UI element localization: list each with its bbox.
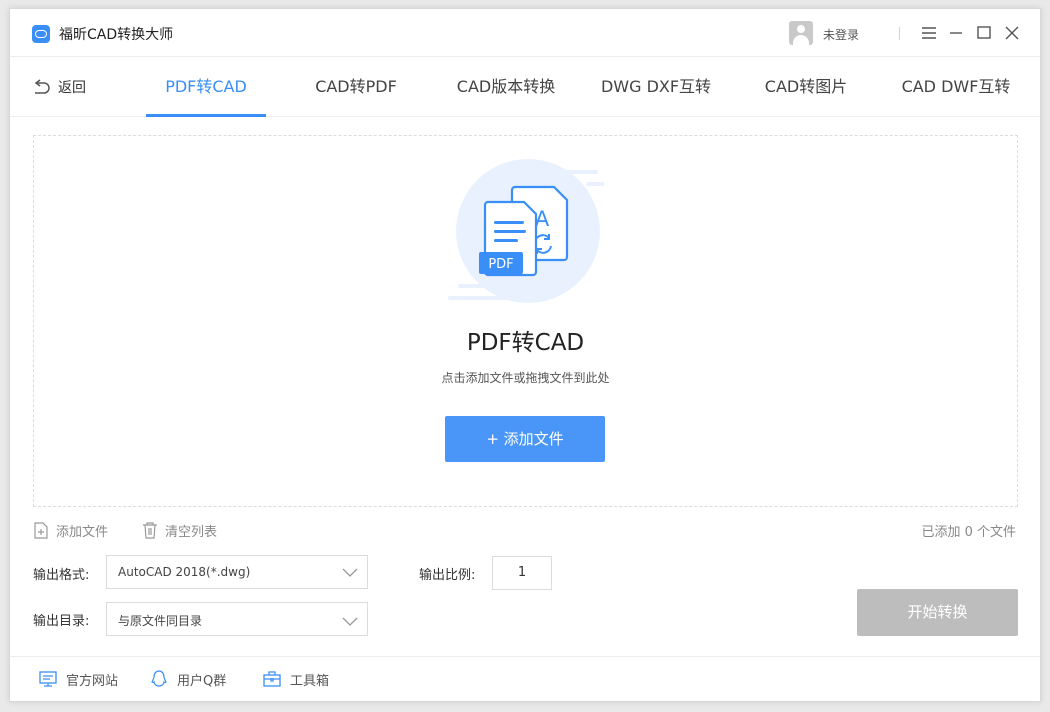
toolbox-icon xyxy=(263,671,281,687)
output-format-label: 输出格式: xyxy=(33,568,90,583)
file-drop-zone[interactable]: A PDF PDF转CAD 点击添加文件或拖拽文件到此处 + 添加文件 xyxy=(33,135,1018,507)
tab-cad-dwf[interactable]: CAD DWF互转 xyxy=(886,57,1026,117)
output-dir-value: 与原文件同目录 xyxy=(118,614,203,628)
maximize-icon[interactable] xyxy=(974,23,994,43)
title-bar: 福昕CAD转换大师 未登录 xyxy=(10,9,1040,57)
official-website-link[interactable]: 官方网站 xyxy=(39,669,118,689)
login-status[interactable]: 未登录 xyxy=(823,26,859,43)
minimize-icon[interactable] xyxy=(946,23,966,43)
menu-icon[interactable] xyxy=(919,23,939,43)
tab-cad-to-image[interactable]: CAD转图片 xyxy=(746,57,866,117)
qq-group-link[interactable]: 用户Q群 xyxy=(150,669,226,689)
website-label: 官方网站 xyxy=(66,673,119,689)
back-arrow-icon xyxy=(34,79,50,94)
trash-icon xyxy=(143,521,157,539)
divider xyxy=(899,27,900,40)
add-file-tool[interactable]: 添加文件 xyxy=(33,520,108,540)
add-file-button[interactable]: + 添加文件 xyxy=(445,416,605,462)
app-window: 福昕CAD转换大师 未登录 返回 PDF转CAD CAD转PDF CAD版本转换… xyxy=(9,8,1041,702)
app-logo-icon xyxy=(32,25,50,43)
add-file-tool-label: 添加文件 xyxy=(56,524,109,540)
chevron-down-icon xyxy=(342,568,358,577)
file-count: 已添加 0 个文件 xyxy=(921,525,1016,540)
tab-pdf-to-cad[interactable]: PDF转CAD xyxy=(146,57,266,117)
main-nav: 返回 PDF转CAD CAD转PDF CAD版本转换 DWG DXF互转 CAD… xyxy=(10,57,1040,117)
toolbox-label: 工具箱 xyxy=(290,673,330,689)
back-label: 返回 xyxy=(58,80,86,96)
output-dir-label: 输出目录: xyxy=(33,614,90,629)
monitor-icon xyxy=(39,671,57,687)
start-convert-button[interactable]: 开始转换 xyxy=(857,589,1018,636)
toolbox-link[interactable]: 工具箱 xyxy=(263,669,329,689)
avatar[interactable] xyxy=(789,21,813,45)
dropzone-title: PDF转CAD xyxy=(466,330,585,356)
app-title: 福昕CAD转换大师 xyxy=(59,27,174,43)
svg-text:PDF: PDF xyxy=(488,257,513,272)
output-format-value: AutoCAD 2018(*.dwg) xyxy=(118,565,251,579)
tab-cad-version[interactable]: CAD版本转换 xyxy=(446,57,566,117)
output-format-select[interactable]: AutoCAD 2018(*.dwg) xyxy=(106,555,368,589)
output-dir-select[interactable]: 与原文件同目录 xyxy=(106,602,368,636)
chevron-down-icon xyxy=(342,617,358,626)
back-button[interactable]: 返回 xyxy=(32,77,86,97)
clear-list-label: 清空列表 xyxy=(165,524,218,540)
dropzone-hint: 点击添加文件或拖拽文件到此处 xyxy=(441,371,610,385)
pdf-to-cad-illustration-icon: A PDF xyxy=(448,159,604,303)
tab-cad-to-pdf[interactable]: CAD转PDF xyxy=(296,57,416,117)
footer-bar: 官方网站 用户Q群 工具箱 xyxy=(10,656,1040,701)
tab-dwg-dxf[interactable]: DWG DXF互转 xyxy=(591,57,721,117)
add-file-icon xyxy=(34,521,48,539)
output-ratio-input[interactable]: 1 xyxy=(492,556,552,590)
qq-penguin-icon xyxy=(151,670,167,687)
clear-list-tool[interactable]: 清空列表 xyxy=(142,520,217,540)
output-ratio-label: 输出比例: xyxy=(419,568,476,583)
qq-group-label: 用户Q群 xyxy=(177,673,227,689)
close-icon[interactable] xyxy=(1002,23,1022,43)
